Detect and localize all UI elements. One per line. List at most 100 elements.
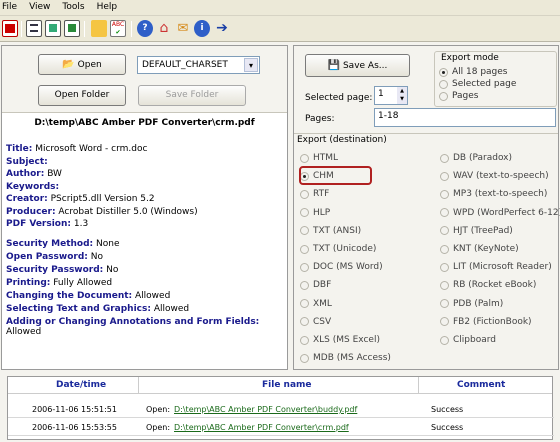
annotations-value: Allowed (6, 327, 42, 337)
charset-select[interactable]: DEFAULT_CHARSET ▾ (137, 56, 260, 74)
table-row[interactable]: 2006-11-06 15:53:55 Open: D:\temp\ABC Ambe… (8, 419, 554, 436)
radio-icon (300, 189, 309, 199)
file-info-pane: 📂 Open DEFAULT_CHARSET ▾ Open Folder Sav… (1, 45, 288, 370)
export-icon[interactable] (64, 20, 80, 37)
format-label: LIT (Microsoft Reader) (453, 262, 552, 273)
mail-icon[interactable]: ✉ (175, 20, 191, 37)
format-radio-mp3[interactable]: MP3 (text-to-speech) (440, 189, 547, 199)
info-value: Microsoft Word - crm.doc (35, 144, 148, 154)
format-radio-html[interactable]: HTML (300, 153, 338, 163)
log-table: Date/time File name Comment 2006-11-06 1… (7, 376, 554, 440)
security-value: None (96, 239, 120, 249)
format-radio-knt[interactable]: KNT (KeyNote) (440, 244, 519, 254)
chevron-down-icon[interactable]: ▾ (244, 58, 258, 72)
info-icon[interactable]: i (194, 20, 210, 37)
radio-icon (300, 317, 309, 327)
format-radio-xml[interactable]: XML (300, 299, 332, 309)
format-label: Clipboard (453, 335, 496, 345)
format-radio-rb[interactable]: RB (Rocket eBook) (440, 280, 536, 290)
info-row: Producer: Acrobat Distiller 5.0 (Windows… (6, 207, 198, 217)
format-radio-mdb[interactable]: MDB (MS Access) (300, 353, 391, 363)
info-label: Keywords: (6, 181, 60, 192)
info-label: Title: (6, 144, 33, 154)
security-value: Allowed (135, 291, 171, 301)
radio-icon (440, 280, 449, 290)
save-as-label: Save As... (342, 61, 388, 71)
format-radio-csv[interactable]: CSV (300, 317, 331, 327)
format-radio-txt[interactable]: TXT (Unicode) (300, 244, 376, 254)
pdf-icon[interactable] (2, 20, 18, 37)
security-label: Open Password: (6, 252, 88, 262)
menu-help[interactable]: Help (91, 0, 124, 12)
radio-icon (300, 280, 309, 290)
info-value: 1.3 (73, 219, 89, 229)
selected-page-spinner[interactable]: 1 ▲ ▼ (374, 86, 408, 105)
info-label: Producer: (6, 206, 56, 217)
info-row: Creator: PScript5.dll Version 5.2 (6, 194, 155, 204)
menu-view[interactable]: View (23, 0, 56, 12)
format-radio-pdb[interactable]: PDB (Palm) (440, 299, 503, 309)
folder-icon[interactable] (91, 20, 107, 37)
format-label: CSV (313, 316, 332, 327)
doc-icon[interactable] (26, 20, 42, 37)
format-label: HJT (TreePad) (453, 225, 513, 236)
column-filename[interactable]: File name (262, 380, 312, 390)
info-label: Subject: (6, 156, 48, 167)
security-label: Adding or Changing Annotations and Form … (6, 317, 260, 327)
format-label: RB (Rocket eBook) (453, 280, 537, 291)
radio-icon (300, 299, 309, 309)
radio-selected-page[interactable]: Selected page (439, 79, 516, 89)
format-radio-hlp[interactable]: HLP (300, 208, 330, 218)
charset-value: DEFAULT_CHARSET (142, 60, 228, 70)
row-file-link[interactable]: D:\temp\ABC Amber PDF Converter\crm.pdf (174, 423, 349, 432)
security-row: Security Method: None (6, 239, 120, 249)
help-icon[interactable]: ? (137, 20, 153, 37)
format-radio-rtf[interactable]: RTF (300, 189, 329, 199)
info-row: Keywords: (6, 182, 59, 192)
format-label: TXT (ANSI) (313, 225, 362, 236)
format-radio-doc[interactable]: DOC (MS Word) (300, 262, 383, 272)
page-icon[interactable] (45, 20, 61, 37)
format-radio-lit[interactable]: LIT (Microsoft Reader) (440, 262, 552, 272)
format-radio-wav[interactable]: WAV (text-to-speech) (440, 171, 549, 181)
pages-input[interactable]: 1-18 (374, 108, 556, 127)
format-label: MDB (MS Access) (313, 353, 391, 364)
format-label: FB2 (FictionBook) (453, 316, 532, 327)
format-radio-hjt[interactable]: HJT (TreePad) (440, 226, 513, 236)
column-datetime[interactable]: Date/time (56, 380, 106, 390)
security-row: Printing: Fully Allowed (6, 278, 112, 288)
spellcheck-icon[interactable]: ABC ✔ (110, 20, 126, 37)
open-folder-button[interactable]: Open Folder (38, 85, 126, 106)
info-label: PDF Version: (6, 219, 71, 229)
format-radio-txt[interactable]: TXT (ANSI) (300, 226, 361, 236)
security-value: Allowed (153, 304, 190, 314)
format-radio-wpd[interactable]: WPD (WordPerfect 6-12) (440, 208, 560, 218)
menu-file[interactable]: File (0, 0, 23, 12)
format-radio-dbf[interactable]: DBF (300, 280, 331, 290)
table-row[interactable]: 2006-11-06 15:51:51 Open: D:\temp\ABC Ambe… (8, 401, 554, 418)
format-radio-fb2[interactable]: FB2 (FictionBook) (440, 317, 532, 327)
format-label: XLS (MS Excel) (313, 335, 380, 345)
info-label: Author: (6, 169, 45, 179)
radio-pages-label: Pages (452, 91, 479, 101)
save-folder-button[interactable]: Save Folder (138, 85, 246, 106)
format-radio-db[interactable]: DB (Paradox) (440, 153, 512, 163)
row-file-link[interactable]: D:\temp\ABC Amber PDF Converter\buddy.pd… (174, 405, 357, 414)
exit-icon[interactable]: ➔ (214, 20, 230, 37)
radio-all-pages[interactable]: All 18 pages (439, 67, 508, 77)
radio-icon (440, 262, 449, 272)
radio-icon (440, 189, 449, 199)
open-button[interactable]: 📂 Open (38, 54, 126, 75)
radio-pages[interactable]: Pages (439, 91, 478, 101)
menu-tools[interactable]: Tools (56, 0, 90, 12)
radio-icon (300, 208, 309, 218)
info-value: Acrobat Distiller 5.0 (Windows) (58, 206, 198, 217)
column-comment[interactable]: Comment (457, 380, 505, 390)
save-as-button[interactable]: 💾 Save As... (305, 54, 410, 77)
radio-icon (440, 208, 449, 218)
radio-icon (300, 262, 309, 272)
format-radio-xls[interactable]: XLS (MS Excel) (300, 335, 380, 345)
home-icon[interactable]: ⌂ (156, 20, 172, 37)
spinner-arrows-icon[interactable]: ▲ ▼ (397, 87, 407, 104)
format-radio-clipboard[interactable]: Clipboard (440, 335, 496, 345)
